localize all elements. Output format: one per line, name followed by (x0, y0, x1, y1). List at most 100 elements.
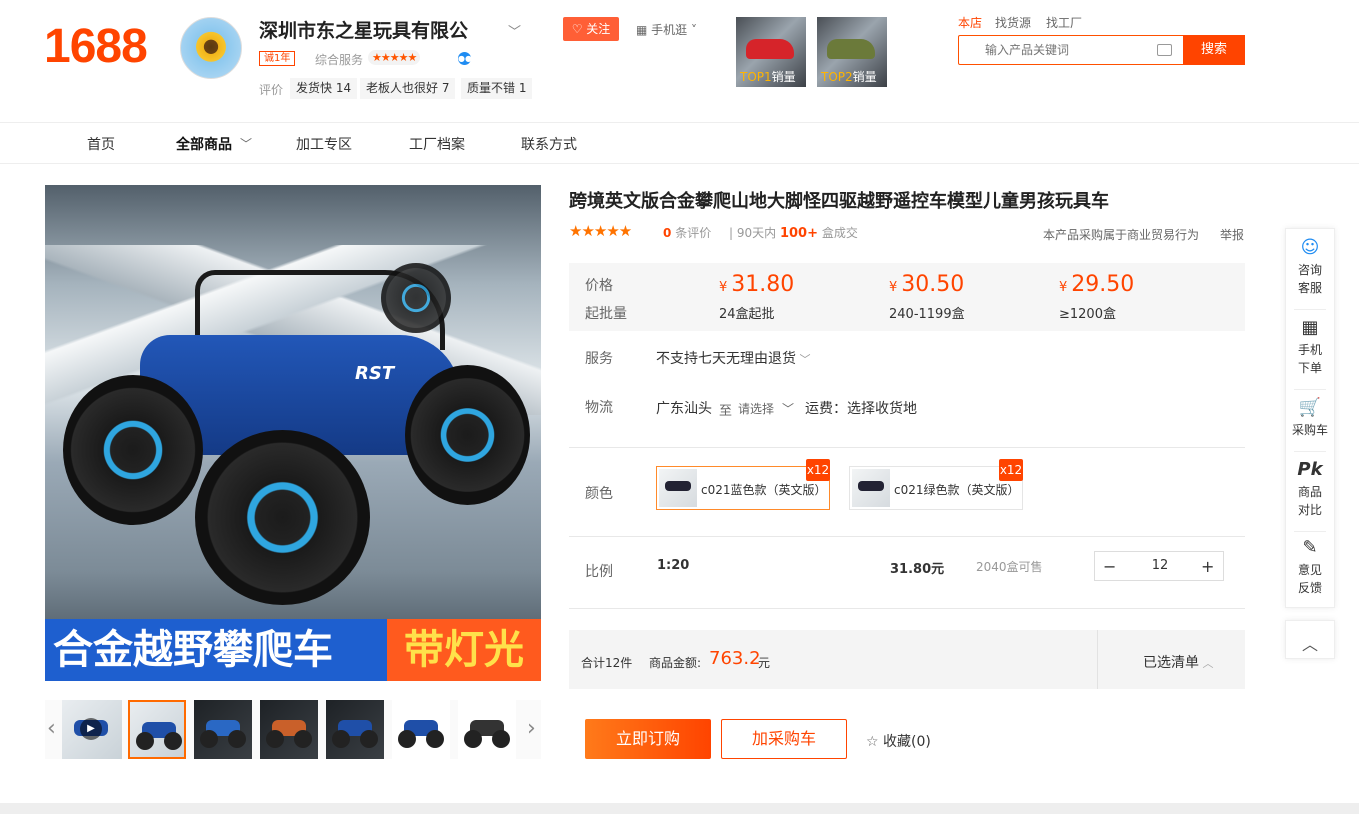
follow-button[interactable]: ♡ 关注 (563, 17, 619, 41)
chevron-down-icon[interactable]: ﹀ (240, 135, 252, 152)
minus-icon[interactable]: − (1103, 557, 1116, 576)
deal-number: 100+ (779, 226, 818, 241)
mobile-browse[interactable]: ▦ 手机逛 ˅ (636, 21, 697, 38)
origin: 广东汕头 (656, 401, 712, 417)
car-brand: RST (355, 363, 395, 384)
chevron-up-icon: ︿ (1301, 635, 1318, 654)
search-input[interactable] (965, 36, 1185, 64)
nav-factory[interactable]: 工厂档案 (409, 134, 465, 154)
price-value: 29.50 (1071, 272, 1135, 297)
thumbnail[interactable] (392, 700, 450, 759)
tier-qty: ≥1200盒 (1059, 307, 1116, 322)
sidebar-item-service[interactable]: ☺ 咨询客服 (1286, 237, 1334, 297)
service-label: 综合服务 (315, 53, 364, 67)
report-link[interactable]: 举报 (1220, 226, 1244, 243)
chat-bubble-icon[interactable]: ●● (458, 52, 472, 65)
selected-list-toggle[interactable]: 已选清单 ︿ (1143, 652, 1214, 672)
price-box: 价格 起批量 ¥31.80 24盒起批 ¥30.50 240-1199盒 ¥29… (569, 263, 1245, 331)
top-tag: TOP1销量 (740, 70, 796, 84)
top-label: 销量 (852, 70, 877, 84)
color-thumb (852, 469, 890, 507)
sidebar-label: 商品对比 (1297, 485, 1322, 517)
sidebar-label: 采购车 (1291, 423, 1328, 437)
price-tier-1: ¥31.80 (719, 272, 794, 297)
sidebar-label: 咨询客服 (1297, 263, 1322, 295)
amount-value: 763.2 (709, 648, 761, 669)
eval-chip[interactable]: 老板人也很好 7 (360, 78, 456, 99)
plus-icon[interactable]: + (1201, 557, 1214, 576)
scale-value: 1:20 (657, 558, 690, 573)
site-logo[interactable]: 1688 (44, 22, 148, 72)
tier-qty: 240-1199盒 (889, 307, 965, 322)
star-icon: ☆ (866, 734, 884, 750)
sidebar-item-cart[interactable]: 🛒 采购车 (1286, 397, 1334, 439)
eval-chip[interactable]: 质量不错 1 (461, 78, 533, 99)
service-value[interactable]: 不支持七天无理由退货 ﹀ (656, 348, 811, 368)
back-to-top-button[interactable]: ︿ (1285, 620, 1335, 659)
chevron-left-icon[interactable]: ‹ (47, 716, 56, 741)
thumbnail[interactable] (194, 700, 252, 759)
review-count[interactable]: 0 条评价 (663, 224, 711, 241)
shop-name[interactable]: 深圳市东之星玩具有限公 (259, 16, 468, 43)
follow-label: 关注 (586, 22, 611, 36)
shop-avatar[interactable] (180, 17, 242, 79)
search-tab-shop[interactable]: 本店 (958, 14, 982, 31)
main-product-image[interactable]: RST 合金越野攀爬车 带灯光 (45, 185, 541, 681)
review-unit: 条评价 (675, 226, 712, 240)
to-label: 至 (719, 404, 733, 419)
quantity-value[interactable]: 12 (1145, 558, 1175, 573)
price-tier-2: ¥30.50 (889, 272, 964, 297)
banner-text: 合金越野攀爬车 (53, 627, 333, 673)
nav-processing[interactable]: 加工专区 (296, 134, 352, 154)
destination-select[interactable]: 请选择 ﹀ (738, 400, 794, 417)
nav-contact[interactable]: 联系方式 (521, 134, 577, 154)
currency: ¥ (1059, 280, 1068, 295)
heart-plus-icon: ♡ (571, 22, 587, 36)
price-label: 价格 (585, 278, 613, 294)
add-cart-button[interactable]: 加采购车 (721, 719, 847, 759)
divider (1294, 451, 1326, 452)
chevron-down-icon[interactable]: ﹀ (508, 21, 521, 40)
qrcode-icon: ▦ (1301, 317, 1319, 338)
scale-label: 比例 (585, 564, 613, 580)
chat-icon: ☺ (1300, 237, 1320, 258)
color-option-green[interactable]: c021绿色款（英文版） x12 (849, 459, 1023, 510)
search-button[interactable]: 搜索 (1183, 35, 1245, 65)
top-product-2[interactable]: TOP2销量 (817, 17, 887, 87)
product-image (332, 730, 350, 748)
thumbnail[interactable] (458, 700, 516, 759)
buy-now-button[interactable]: 立即订购 (585, 719, 711, 759)
chevron-right-icon[interactable]: › (527, 716, 536, 741)
year-badge: 诚1年 (259, 51, 296, 66)
search-tab-source[interactable]: 找货源 (995, 14, 1031, 31)
nav-home[interactable]: 首页 (87, 134, 115, 154)
thumbnail[interactable] (128, 700, 186, 759)
favorite-button[interactable]: ☆ 收藏(0) (866, 731, 931, 751)
top-product-1[interactable]: TOP1销量 (736, 17, 806, 87)
price-value: 30.50 (901, 272, 965, 297)
sidebar-item-feedback[interactable]: ✎ 意见反馈 (1286, 537, 1334, 597)
divider (1294, 309, 1326, 310)
search-tab-factory[interactable]: 找工厂 (1046, 14, 1082, 31)
divider (1294, 389, 1326, 390)
color-option-blue[interactable]: c021蓝色款（英文版） x12 (656, 459, 830, 510)
product-image (294, 730, 312, 748)
deal-count: | 90天内 100+ 盒成交 (729, 226, 858, 241)
amount-label: 商品金额: (649, 656, 702, 670)
thumbnail[interactable] (260, 700, 318, 759)
chevron-up-icon: ︿ (1199, 657, 1214, 670)
promo-banner: 合金越野攀爬车 带灯光 (45, 619, 541, 681)
business-note: 本产品采购属于商业贸易行为 (1043, 228, 1200, 242)
camera-icon[interactable] (1157, 44, 1172, 56)
nav-all-products[interactable]: 全部商品 (176, 134, 232, 154)
sidebar-item-mobile[interactable]: ▦ 手机下单 (1286, 317, 1334, 377)
service-rating: ★★★★★ (368, 50, 421, 65)
eval-chip[interactable]: 发货快 14 (290, 78, 358, 99)
sidebar-item-compare[interactable]: Pk 商品对比 (1286, 459, 1334, 519)
footer-bar (0, 803, 1359, 814)
thumbnail[interactable] (326, 700, 384, 759)
unit-price: 31.80元 (890, 562, 945, 577)
service-row-label: 服务 (585, 351, 613, 367)
thumbnail-video[interactable]: ▶ (62, 700, 122, 759)
mobile-label: 手机逛 (651, 23, 688, 37)
